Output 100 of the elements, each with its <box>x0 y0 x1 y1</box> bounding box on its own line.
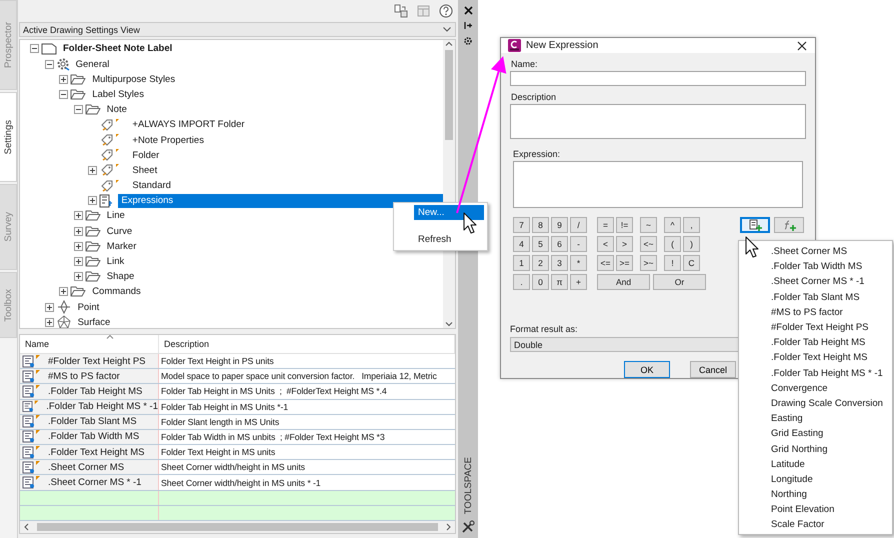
keypad-key[interactable]: C <box>683 255 700 271</box>
collapse-icon[interactable] <box>74 105 83 114</box>
keypad-key[interactable]: 6 <box>551 236 568 252</box>
tree-item[interactable]: Multipurpose Styles <box>89 72 178 86</box>
tree-item[interactable]: Marker <box>104 239 140 254</box>
keypad-key[interactable]: 5 <box>532 236 549 252</box>
keypad-key[interactable]: ~ <box>640 217 657 233</box>
tree-item[interactable]: +Note Properties <box>129 133 207 148</box>
expand-icon[interactable] <box>88 166 98 175</box>
expand-icon[interactable] <box>74 211 83 220</box>
tree-item[interactable]: Point <box>74 300 102 314</box>
keypad-key[interactable]: 9 <box>551 217 568 233</box>
ok-button[interactable]: OK <box>624 361 670 378</box>
expand-icon[interactable] <box>74 226 83 236</box>
keypad-key[interactable]: π <box>551 274 568 290</box>
expand-icon[interactable] <box>44 318 54 327</box>
menu-item[interactable]: Convergence <box>771 380 892 396</box>
pin-icon[interactable] <box>464 21 472 30</box>
keypad-key[interactable]: 7 <box>513 217 530 233</box>
tree-item[interactable]: Shape <box>104 270 138 284</box>
description-field[interactable] <box>510 104 806 139</box>
menu-item[interactable]: Grid Northing <box>771 441 892 457</box>
menu-item[interactable]: #MS to PS factor <box>771 304 892 320</box>
column-header[interactable]: Description <box>159 334 455 353</box>
keypad-key[interactable]: - <box>570 236 587 252</box>
menu-item[interactable]: Refresh <box>414 232 484 247</box>
menu-item[interactable]: .Folder Tab Height MS * -1 <box>771 366 892 381</box>
menu-item[interactable]: Longitude <box>771 472 892 487</box>
menu-item[interactable]: Drawing Scale Conversion <box>771 396 892 412</box>
tree-item[interactable]: Link <box>104 254 128 269</box>
tree-item[interactable]: Note <box>104 102 130 117</box>
keypad-key[interactable]: > <box>616 236 633 252</box>
tree-item[interactable]: General <box>72 57 112 72</box>
keypad-key[interactable]: 8 <box>532 217 549 233</box>
menu-item[interactable]: New... <box>414 205 484 220</box>
keypad-key[interactable]: * <box>570 255 587 271</box>
scroll-thumb[interactable] <box>37 523 438 531</box>
keypad-key[interactable]: ( <box>664 236 681 252</box>
menu-item[interactable]: #Folder Text Height PS <box>771 320 892 336</box>
menu-item[interactable]: Grid Easting <box>771 426 892 442</box>
expression-field[interactable] <box>513 161 803 208</box>
close-icon[interactable] <box>797 40 807 50</box>
keypad-key[interactable]: >= <box>616 255 633 271</box>
keypad-key[interactable]: != <box>616 217 633 233</box>
cancel-button[interactable]: Cancel <box>690 361 736 378</box>
collapse-icon[interactable] <box>44 60 54 69</box>
menu-item[interactable]: Easting <box>771 411 892 426</box>
insert-property-button[interactable] <box>740 217 770 233</box>
keypad-key[interactable]: / <box>570 217 587 233</box>
panel-toggle-icon[interactable] <box>394 4 408 18</box>
keypad-key[interactable]: <~ <box>640 236 657 252</box>
side-tab[interactable]: Settings <box>0 92 17 182</box>
expand-icon[interactable] <box>59 287 68 296</box>
keypad-key[interactable]: ^ <box>664 217 681 233</box>
tree-item[interactable]: Commands <box>89 284 144 299</box>
horizontal-scrollbar[interactable] <box>20 521 455 533</box>
keypad-key[interactable]: Or <box>653 274 706 290</box>
menu-item[interactable]: .Sheet Corner MS * -1 <box>771 274 892 290</box>
menu-item[interactable]: Point Elevation <box>771 502 892 518</box>
expand-icon[interactable] <box>74 257 83 266</box>
expand-icon[interactable] <box>59 74 68 84</box>
keypad-key[interactable]: ) <box>683 236 700 252</box>
keypad-key[interactable]: . <box>513 274 530 290</box>
keypad-key[interactable]: 0 <box>532 274 549 290</box>
expand-icon[interactable] <box>88 196 98 206</box>
settings-icon[interactable] <box>463 36 473 46</box>
tree-item[interactable]: Expressions <box>118 194 443 208</box>
tree-item[interactable]: Sheet <box>129 163 160 178</box>
collapse-icon[interactable] <box>59 90 68 99</box>
tree-item[interactable]: +ALWAYS IMPORT Folder <box>129 118 248 132</box>
keypad-key[interactable]: + <box>570 274 587 290</box>
menu-item[interactable]: .Folder Tab Width MS <box>771 259 892 274</box>
expand-icon[interactable] <box>74 272 83 282</box>
help-icon[interactable] <box>439 4 453 18</box>
view-select[interactable]: Active Drawing Settings View <box>19 22 456 38</box>
expand-icon[interactable] <box>44 302 54 312</box>
close-icon[interactable] <box>464 6 472 15</box>
keypad-key[interactable]: 1 <box>513 255 530 271</box>
keypad-key[interactable]: = <box>597 217 614 233</box>
tree-item[interactable]: Label Styles <box>89 87 147 102</box>
keypad-key[interactable]: < <box>597 236 614 252</box>
tree-item[interactable]: Standard <box>129 178 174 193</box>
keypad-key[interactable]: <= <box>597 255 614 271</box>
keypad-key[interactable]: 4 <box>513 236 530 252</box>
menu-item[interactable]: .Folder Tab Slant MS <box>771 290 892 305</box>
keypad-key[interactable]: And <box>597 274 650 290</box>
tools-icon[interactable] <box>461 520 475 534</box>
menu-item[interactable]: .Sheet Corner MS <box>771 244 892 260</box>
menu-item[interactable]: Scale Factor <box>771 517 892 533</box>
expand-icon[interactable] <box>74 242 83 251</box>
keypad-key[interactable]: ! <box>664 255 681 271</box>
column-header[interactable]: Name <box>20 334 159 353</box>
tree-item[interactable]: Folder-Sheet Note Label <box>60 42 176 56</box>
name-field[interactable] <box>510 71 806 86</box>
tree-item[interactable]: Surface <box>74 315 114 328</box>
scroll-thumb[interactable] <box>445 50 453 140</box>
menu-item[interactable]: Latitude <box>771 456 892 472</box>
tree-item[interactable]: Line <box>104 208 128 223</box>
tree-item[interactable]: Folder <box>129 148 162 162</box>
keypad-key[interactable]: >~ <box>640 255 657 271</box>
